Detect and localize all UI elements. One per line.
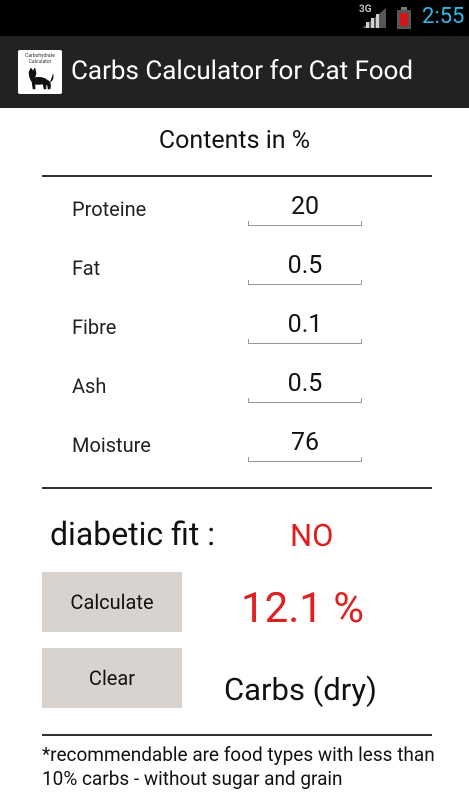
app-logo-caption: Carbohydrate Calculator (25, 53, 55, 65)
footnote: *recommendable are food types with less … (42, 743, 435, 790)
divider-middle (42, 487, 432, 489)
proteine-input[interactable]: 20 (248, 192, 362, 226)
proteine-value: 20 (290, 192, 320, 221)
ash-value: 0.5 (287, 369, 323, 398)
fibre-input[interactable]: 0.1 (248, 310, 362, 344)
fat-label: Fat (72, 256, 101, 280)
carbs-result-value: 12.1 % (241, 584, 365, 633)
clock: 2:55 (422, 4, 465, 29)
status-bar: 3G 2:55 (0, 0, 469, 36)
contents-heading: Contents in % (158, 126, 311, 155)
moisture-label: Moisture (72, 433, 151, 457)
fibre-label: Fibre (72, 315, 117, 339)
fibre-underline (248, 339, 362, 344)
ash-underline (248, 398, 362, 403)
proteine-label: Proteine (72, 197, 147, 221)
fat-underline (248, 280, 362, 285)
divider-top (42, 175, 432, 177)
fat-value: 0.5 (287, 251, 323, 280)
moisture-value: 76 (290, 428, 320, 457)
action-bar: Carbohydrate Calculator Carbs Calculator… (0, 36, 469, 108)
fat-input[interactable]: 0.5 (248, 251, 362, 285)
clear-button[interactable]: Clear (42, 648, 182, 708)
ash-label: Ash (72, 374, 107, 398)
app-title: Carbs Calculator for Cat Food (71, 56, 414, 86)
app-logo-icon[interactable]: Carbohydrate Calculator (18, 50, 62, 94)
battery-icon (397, 7, 411, 29)
carbs-result-label: Carbs (dry) (224, 671, 377, 708)
proteine-underline (248, 221, 362, 226)
signal-icon (362, 8, 386, 28)
calculate-button[interactable]: Calculate (42, 572, 182, 632)
cat-icon (28, 68, 54, 90)
ash-input[interactable]: 0.5 (248, 369, 362, 403)
fibre-value: 0.1 (287, 310, 323, 339)
diabetic-fit-value: NO (290, 517, 334, 554)
diabetic-fit-label: diabetic fit : (50, 515, 215, 553)
moisture-input[interactable]: 76 (248, 428, 362, 462)
divider-bottom (42, 734, 432, 736)
moisture-underline (248, 457, 362, 462)
